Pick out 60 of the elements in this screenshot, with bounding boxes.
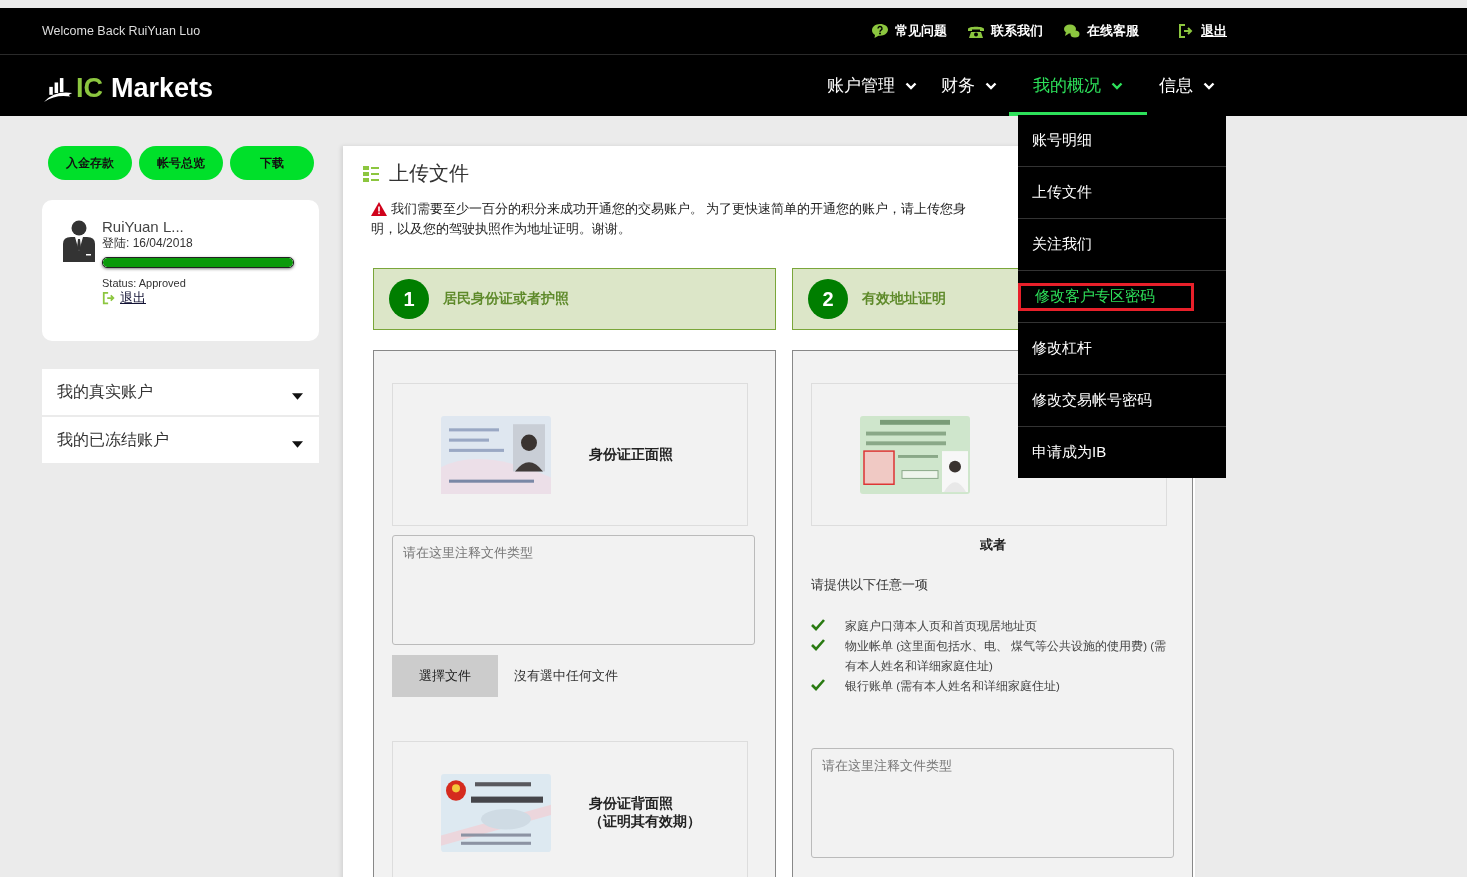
logout-link[interactable]: 退出 <box>102 289 146 307</box>
logo[interactable]: IC Markets <box>44 67 214 104</box>
notice-text: 明，以及您的驾驶执照作为地址证明。谢谢。 <box>371 221 631 238</box>
menu-item[interactable]: 修改交易帐号密码 <box>1018 375 1166 426</box>
step-label: 有效地址证明 <box>862 290 946 308</box>
step-number: 1 <box>389 279 429 319</box>
note-field[interactable]: 请在这里注释文件类型 <box>392 535 755 645</box>
image-caption: 身份证背面照 <box>589 794 674 813</box>
account-dropdown[interactable]: 我的真实账户 <box>42 369 319 415</box>
action-button[interactable]: 下载 <box>230 146 314 180</box>
caret-icon <box>292 440 303 448</box>
menu-item[interactable]: 账号明细 <box>1018 115 1106 166</box>
prompt-text: 请提供以下任意一项 <box>811 576 929 594</box>
top-link[interactable]: 在线客服 <box>1063 22 1139 40</box>
account-dropdown[interactable]: 我的已冻结账户 <box>42 417 319 463</box>
login-date: 登陆: 16/04/2018 <box>102 235 194 252</box>
check-icon <box>811 619 825 631</box>
user-avatar-icon <box>62 220 96 262</box>
menu-item[interactable]: 修改杠杆 <box>1018 323 1106 374</box>
nav-tab[interactable]: 财务 <box>929 55 1009 116</box>
top-link[interactable]: 常见问题 <box>871 22 947 40</box>
file-status: 沒有選中任何文件 <box>514 667 618 685</box>
caret-icon <box>292 392 303 400</box>
image-caption: （证明其有效期） <box>589 812 701 831</box>
logout-icon <box>1177 23 1195 39</box>
option-text: 家庭户口薄本人页和首页现居地址页 <box>845 619 1037 634</box>
status-text: Status: Approved <box>102 277 187 289</box>
notice-text: 我们需要至少一百分的积分来成功开通您的交易账户。 为了更快速简单的开通您的账户，请上传您身 <box>391 201 967 218</box>
top-link[interactable]: 退出 <box>1177 22 1227 40</box>
menu-item[interactable]: 修改客户专区密码 <box>1018 282 1194 311</box>
menu-item[interactable]: 上传文件 <box>1018 167 1106 218</box>
top-link[interactable]: 联系我们 <box>967 22 1043 40</box>
logout-icon <box>102 291 116 305</box>
help-bubble-icon <box>871 23 889 39</box>
check-icon <box>811 639 825 651</box>
chat-bubbles-icon <box>1063 23 1081 39</box>
user-name: RuiYuan L... <box>102 218 185 235</box>
menu-item[interactable]: 关注我们 <box>1018 219 1106 270</box>
check-icon <box>811 679 825 691</box>
note-field[interactable]: 请在这里注释文件类型 <box>811 748 1174 858</box>
nav-tab[interactable]: 信息 <box>1147 55 1227 116</box>
list-icon <box>363 165 379 182</box>
image-caption: 身份证正面照 <box>589 445 673 464</box>
warning-icon <box>371 202 387 216</box>
step-label: 居民身份证或者护照 <box>443 290 569 308</box>
chevron-down-icon <box>1203 81 1215 90</box>
option-text: 物业帐单 (这里面包括水、电、 煤气等公共设施的使用费) (需有本人姓名和详细家庭住址) <box>845 639 1168 674</box>
nav-tab[interactable]: 账户管理 <box>815 55 929 116</box>
option-text: 银行账单 (需有本人姓名和详细家庭住址) <box>845 679 1060 694</box>
action-button[interactable]: 帐号总览 <box>139 146 223 180</box>
choose-file-button[interactable]: 選擇文件 <box>392 655 498 697</box>
chevron-down-icon <box>905 81 917 90</box>
step-number: 2 <box>808 279 848 319</box>
chevron-down-icon <box>1111 81 1123 90</box>
or-text: 或者 <box>979 536 1006 554</box>
menu-item[interactable]: 申请成为IB <box>1018 427 1121 478</box>
welcome-text: Welcome Back RuiYuan Luo <box>42 24 201 38</box>
page-title: 上传文件 <box>389 161 469 186</box>
action-button[interactable]: 入金存款 <box>48 146 132 180</box>
chevron-down-icon <box>985 81 997 90</box>
